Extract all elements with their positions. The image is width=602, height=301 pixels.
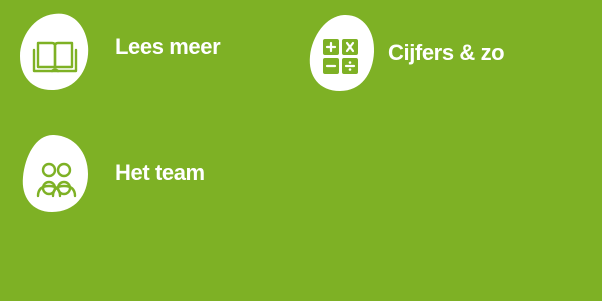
het-team-blob bbox=[20, 134, 92, 214]
lees-meer-link[interactable]: Lees meer bbox=[18, 12, 258, 92]
green-link-panel: Lees meer Cijfers & zo Het team bbox=[0, 0, 602, 301]
het-team-label: Het team bbox=[115, 160, 205, 185]
lees-meer-blob bbox=[18, 12, 90, 92]
lees-meer-label: Lees meer bbox=[115, 34, 221, 59]
cijfers-zo-blob bbox=[306, 14, 378, 94]
cijfers-zo-label: Cijfers & zo bbox=[388, 40, 505, 65]
cijfers-zo-link[interactable]: Cijfers & zo bbox=[306, 14, 546, 94]
het-team-link[interactable]: Het team bbox=[20, 134, 250, 214]
